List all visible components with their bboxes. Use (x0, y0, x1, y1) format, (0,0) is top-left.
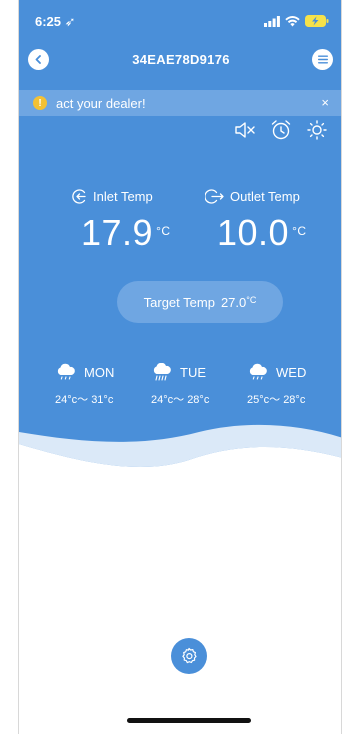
forecast-range: 24°c～ 31°c (55, 394, 114, 406)
sun-icon (307, 120, 327, 140)
device-title: 34EAE78D9176 (132, 52, 230, 67)
target-temp-value: 27.0°C (220, 294, 257, 310)
forecast-day: TUE 24°c～ 28°c (151, 363, 241, 407)
forecast-day-name: MON (84, 364, 115, 380)
target-temp-button[interactable]: Target Temp 27.0°C (117, 281, 283, 323)
menu-button[interactable] (312, 49, 333, 70)
notice-text: act your dealer! (56, 95, 146, 111)
forecast-range: 25°c～ 28°c (247, 394, 306, 406)
forecast-range: 24°c～ 28°c (151, 394, 210, 406)
status-icons (264, 15, 329, 27)
inlet-arrow-icon (72, 189, 86, 204)
cloud-heavy-rain-icon (153, 363, 171, 381)
location-arrow-icon: ➶ (64, 14, 76, 29)
notice-banner[interactable]: ! act your dealer! × (19, 90, 341, 116)
forecast-day: MON 24°c～ 31°c (55, 363, 145, 407)
forecast-day-name: WED (276, 364, 307, 380)
outlet-temp-value: 10.0 °C (217, 212, 307, 253)
speaker-mute-icon (235, 122, 255, 138)
gear-icon (182, 647, 197, 664)
forecast-day-name: TUE (180, 364, 206, 380)
forecast-day: WED 25°c～ 28°c (247, 363, 337, 407)
mute-button[interactable] (233, 118, 257, 142)
cloud-rain-icon (249, 363, 267, 380)
wave-divider (19, 410, 341, 480)
battery-charging-icon (305, 15, 329, 27)
cloud-rain-icon (57, 363, 75, 380)
weather-forecast: MON 24°c～ 31°c TUE 24°c～ 28°c WED 25°c～ … (19, 363, 341, 413)
settings-button[interactable] (171, 638, 207, 674)
alarm-button[interactable] (269, 118, 293, 142)
status-bar: 6:25 ➶ (35, 14, 329, 30)
inlet-temp-value: 17.9 °C (81, 212, 171, 253)
device-toolbar (233, 118, 329, 142)
banner-close-button[interactable]: × (321, 95, 329, 110)
app-screen: 6:25 ➶ 34EAE78D9176 ! act your dealer! × (18, 0, 342, 734)
hero-panel: 6:25 ➶ 34EAE78D9176 ! act your dealer! × (19, 0, 341, 470)
brightness-button[interactable] (305, 118, 329, 142)
nav-bar: 34EAE78D9176 (19, 48, 341, 72)
outlet-temp-label: Outlet Temp (205, 188, 307, 205)
home-indicator[interactable] (127, 718, 251, 723)
temperature-readout: Inlet Temp 17.9 °C Outlet Temp 10.0 °C (19, 188, 341, 268)
outlet-arrow-icon (205, 189, 224, 204)
warning-icon: ! (33, 96, 47, 110)
target-temp-label: Target Temp (143, 294, 215, 310)
outlet-temp: Outlet Temp 10.0 °C (205, 188, 307, 251)
alarm-clock-icon (271, 120, 291, 140)
status-time: 6:25 ➶ (35, 14, 76, 29)
inlet-temp: Inlet Temp 17.9 °C (71, 188, 171, 251)
wifi-icon (285, 15, 300, 26)
menu-icon (317, 55, 328, 64)
cellular-signal-icon (264, 15, 280, 27)
inlet-temp-label: Inlet Temp (71, 188, 171, 205)
